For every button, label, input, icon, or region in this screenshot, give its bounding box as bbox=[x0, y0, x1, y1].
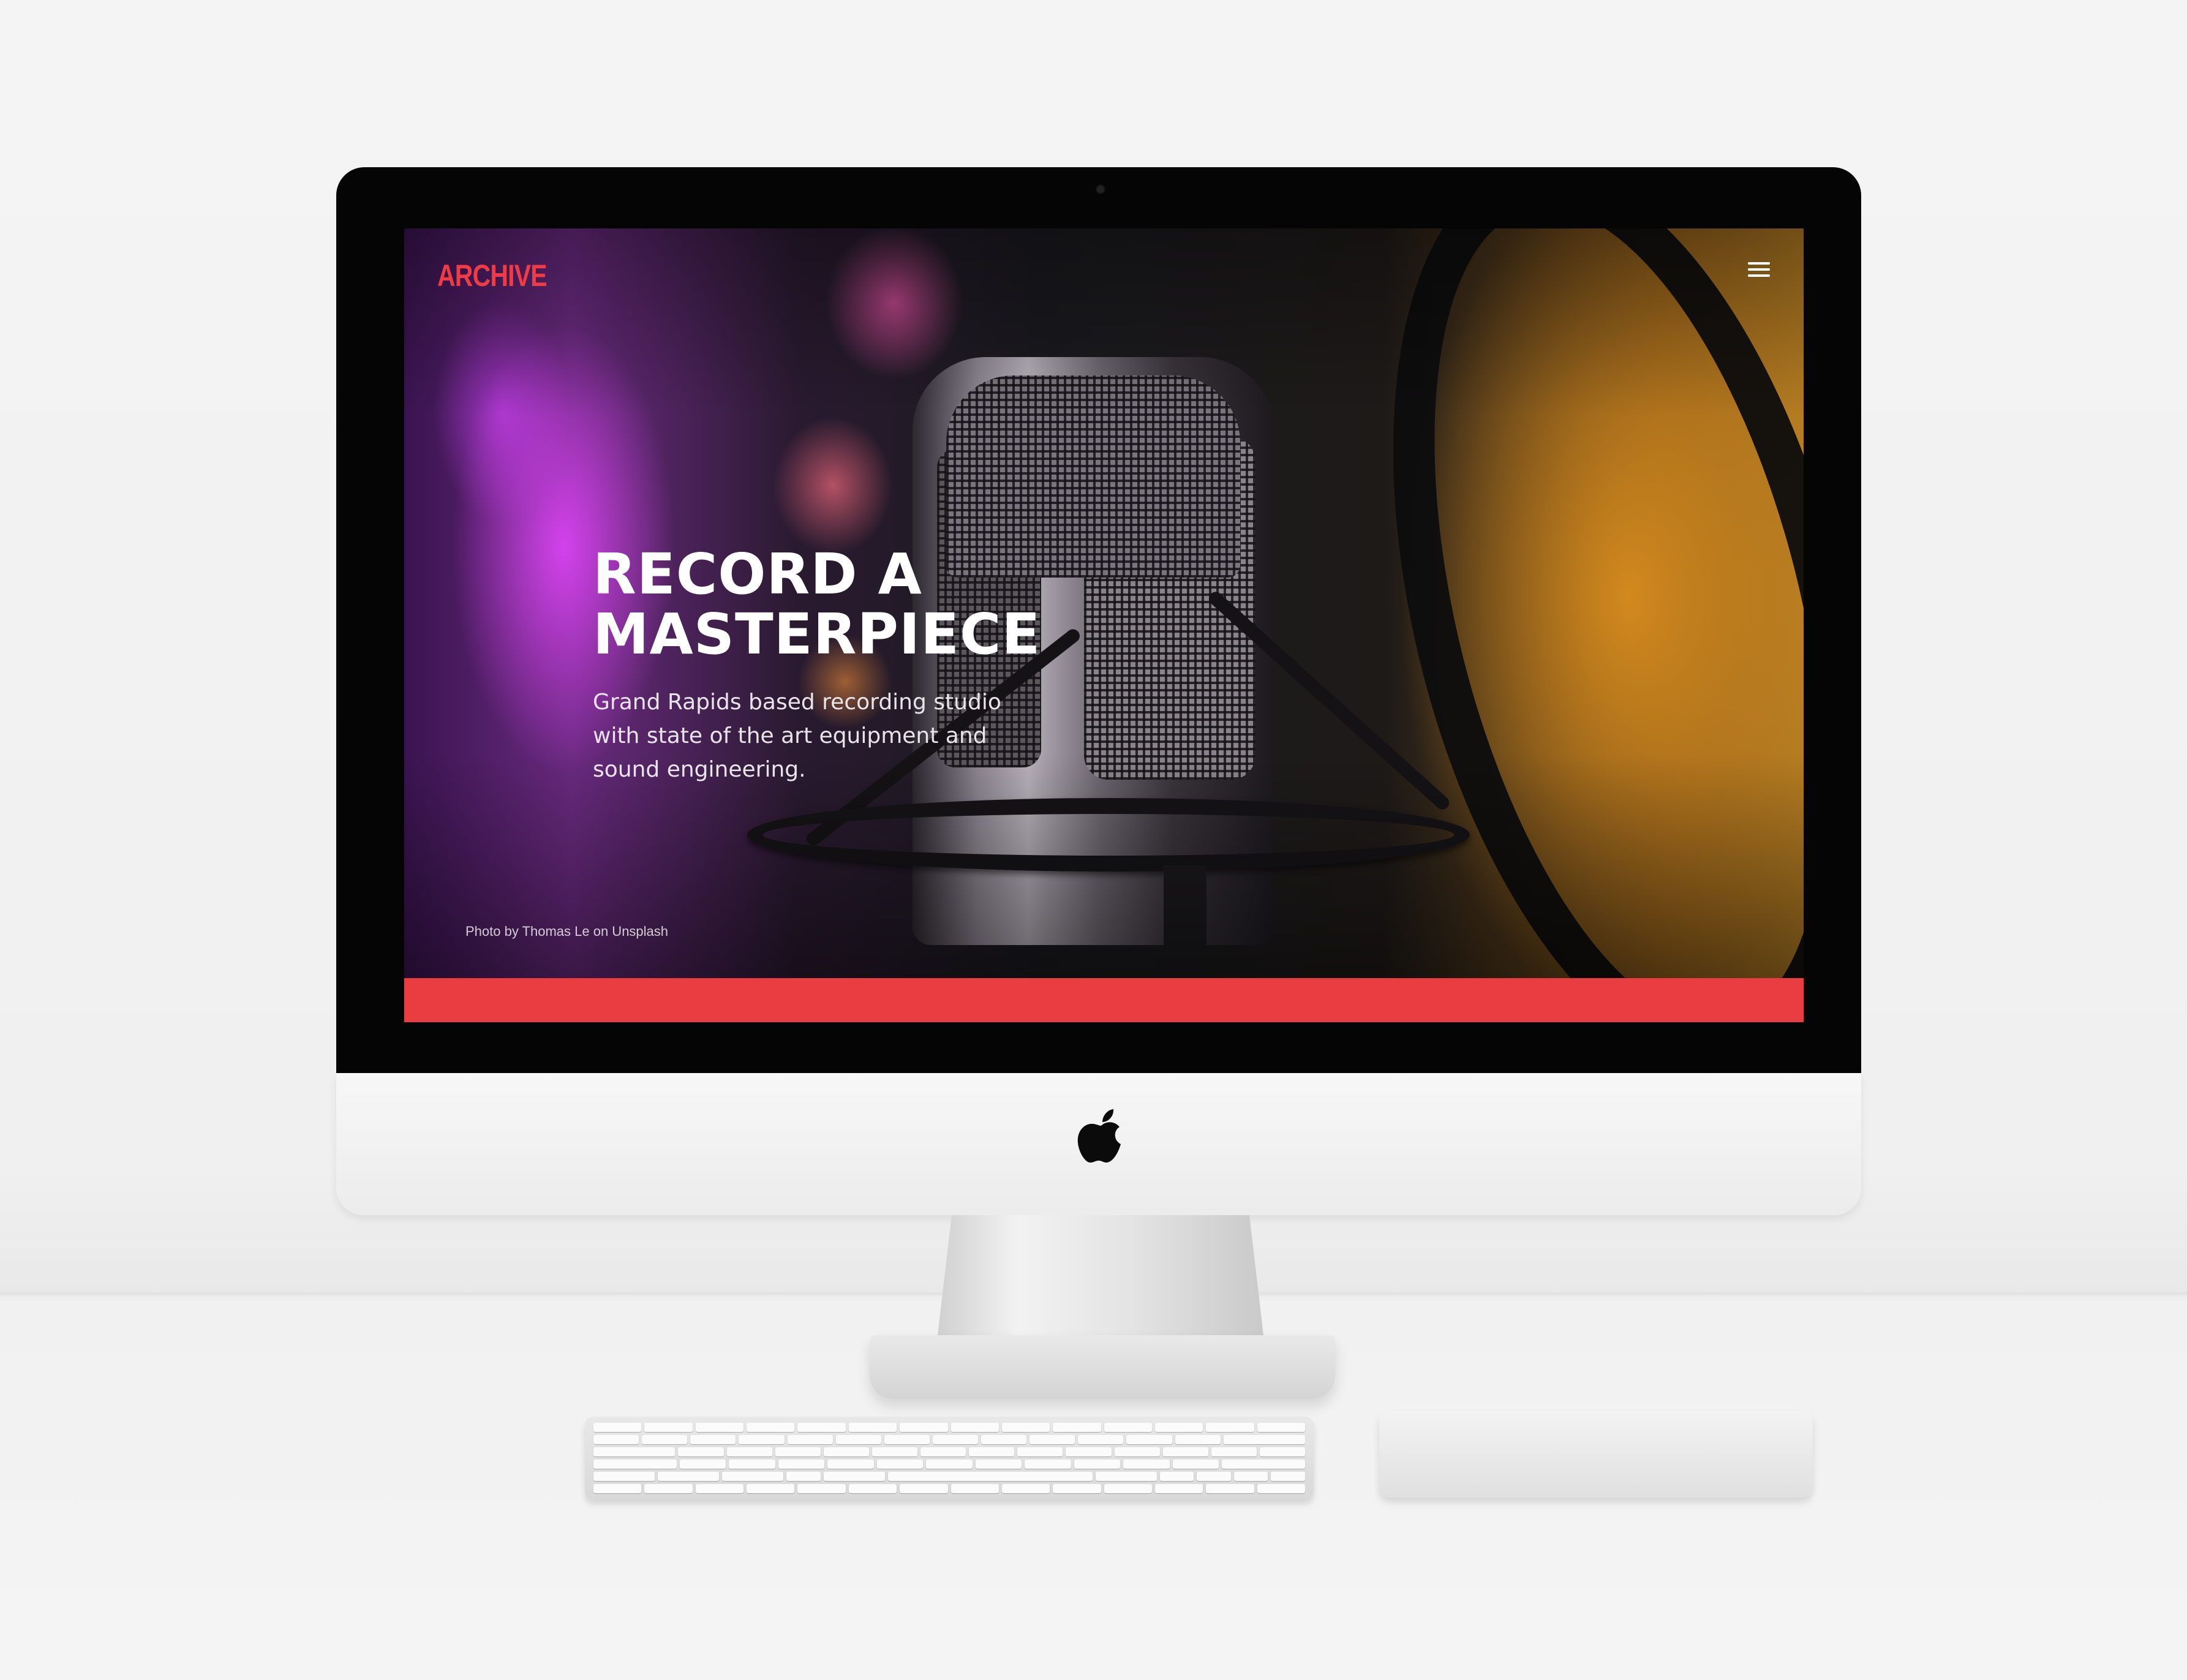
key-row bbox=[593, 1423, 1306, 1432]
menu-line bbox=[1748, 268, 1770, 271]
keyboard bbox=[585, 1417, 1314, 1499]
hero-copy: RECORD A MASTERPIECE Grand Rapids based … bbox=[593, 544, 1144, 786]
apple-logo-icon bbox=[1077, 1109, 1121, 1163]
camera-icon bbox=[1097, 186, 1104, 193]
hero-subtitle: Grand Rapids based recording studio with… bbox=[593, 690, 1001, 782]
site-logo[interactable]: ARCHIVE bbox=[437, 258, 548, 293]
key-row bbox=[593, 1472, 1305, 1481]
menu-line bbox=[1748, 274, 1770, 277]
photo-credit[interactable]: Photo by Thomas Le on Unsplash bbox=[465, 924, 668, 940]
key-row bbox=[593, 1484, 1306, 1493]
key-row bbox=[593, 1447, 1306, 1456]
hero-title: RECORD A MASTERPIECE bbox=[593, 541, 1041, 667]
monitor-foot bbox=[870, 1335, 1335, 1399]
key-row bbox=[593, 1435, 1306, 1444]
hamburger-menu-icon[interactable] bbox=[1748, 257, 1775, 282]
key-row bbox=[593, 1460, 1306, 1469]
desk-scene: ARCHIVE RECORD A MASTERPIECE Grand Rapid… bbox=[0, 0, 2187, 1680]
website-screen: ARCHIVE RECORD A MASTERPIECE Grand Rapid… bbox=[404, 228, 1804, 1022]
menu-line bbox=[1748, 262, 1770, 265]
accent-band bbox=[404, 978, 1804, 1022]
hero-section: ARCHIVE RECORD A MASTERPIECE Grand Rapid… bbox=[404, 228, 1804, 978]
trackpad bbox=[1379, 1411, 1813, 1497]
